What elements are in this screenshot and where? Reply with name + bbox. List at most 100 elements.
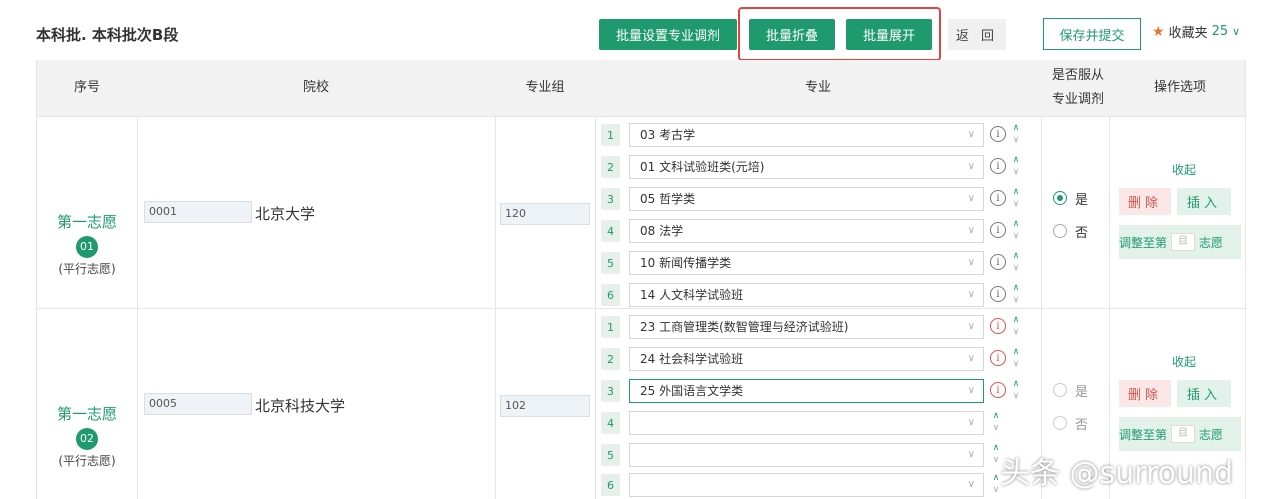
save-submit-button[interactable]: 保存并提交 xyxy=(1043,18,1141,50)
major-index: 3 xyxy=(601,188,620,210)
batch-set-adjust-button[interactable]: 批量设置专业调剂 xyxy=(599,19,737,50)
info-icon[interactable]: i xyxy=(990,254,1006,270)
major-select[interactable]: 01 文科试验班类(元培) ∨ xyxy=(629,155,984,179)
sort-arrows-icon[interactable]: ∧ ∨ xyxy=(1010,346,1022,370)
adjust-position-control: 调整至第 目 志愿 xyxy=(1119,417,1241,451)
info-icon[interactable]: i xyxy=(990,190,1006,206)
sort-arrows-icon[interactable]: ∧ ∨ xyxy=(1010,186,1022,210)
sort-arrows-icon[interactable]: ∧ ∨ xyxy=(1010,122,1022,146)
ops-cell: 收起 删除 插入 调整至第 目 志愿 xyxy=(1119,353,1243,451)
obey-yes-radio[interactable]: 是 xyxy=(1053,187,1088,209)
major-select[interactable]: 10 新闻传播学类 ∨ xyxy=(629,251,984,275)
top-toolbar: 本科批. 本科批次B段 批量设置专业调剂 批量折叠 批量展开 返 回 保存并提交… xyxy=(0,0,1268,61)
major-group-input[interactable]: 102 xyxy=(500,395,590,417)
header-obey-adjust: 是否服从 专业调剂 xyxy=(1041,60,1115,116)
header-school: 院校 xyxy=(302,80,329,95)
header-obey-line1: 是否服从 xyxy=(1051,68,1104,83)
sort-arrows-icon[interactable]: ∧ ∨ xyxy=(1010,378,1022,402)
info-icon[interactable]: i xyxy=(990,126,1006,142)
major-index: 1 xyxy=(601,124,620,146)
delete-button[interactable]: 删除 xyxy=(1119,188,1171,215)
chevron-down-icon: ∨ xyxy=(967,257,975,268)
source-watermark: 头条 @surround xyxy=(1000,456,1234,491)
adjust-suffix: 志愿 xyxy=(1199,235,1224,250)
table-row: 第一志愿 01 (平行志愿) 0001 北京大学 120 1 03 考古学 ∨ i… xyxy=(37,116,1245,308)
school-code-input[interactable]: 0005 xyxy=(144,393,252,415)
warning-info-icon[interactable]: i xyxy=(990,318,1006,334)
chevron-down-icon: ∨ xyxy=(967,289,975,300)
favorites-label: 收藏夹 xyxy=(1168,26,1208,41)
chevron-down-icon: ∨ xyxy=(967,417,975,428)
major-select[interactable]: 05 哲学类 ∨ xyxy=(629,187,984,211)
school-code-input[interactable]: 0001 xyxy=(144,201,252,223)
batch-expand-button[interactable]: 批量展开 xyxy=(846,19,932,50)
obey-no-radio[interactable]: 否 xyxy=(1053,412,1088,434)
page-title: 本科批. 本科批次B段 xyxy=(36,26,179,44)
major-index: 5 xyxy=(601,252,620,274)
adjust-position-input[interactable]: 目 xyxy=(1171,425,1196,443)
chevron-down-icon: ∨ xyxy=(967,353,975,364)
adjust-position-input[interactable]: 目 xyxy=(1171,233,1196,251)
info-icon[interactable]: i xyxy=(990,286,1006,302)
info-icon[interactable]: i xyxy=(990,158,1006,174)
wish-title: 第一志愿 xyxy=(56,405,117,423)
major-index: 6 xyxy=(601,284,620,306)
major-select[interactable]: ∨ xyxy=(629,473,984,497)
chevron-down-icon: ∨ xyxy=(967,479,975,490)
major-select[interactable]: 14 人文科学试验班 ∨ xyxy=(629,283,984,307)
radio-selected-icon xyxy=(1053,191,1067,205)
collapse-link[interactable]: 收起 xyxy=(1125,161,1243,178)
insert-button[interactable]: 插入 xyxy=(1177,380,1231,407)
header-major-group: 专业组 xyxy=(525,80,565,95)
chevron-down-icon: ∨ xyxy=(967,449,975,460)
major-index: 4 xyxy=(601,412,620,434)
obey-no-radio[interactable]: 否 xyxy=(1053,220,1088,242)
major-group-input[interactable]: 120 xyxy=(500,203,590,225)
obey-adjust-radio-group: 是 否 xyxy=(1053,187,1088,253)
chevron-down-icon: ∨ xyxy=(967,193,975,204)
insert-button[interactable]: 插入 xyxy=(1177,188,1231,215)
major-select[interactable]: 08 法学 ∨ xyxy=(629,219,984,243)
delete-button[interactable]: 删除 xyxy=(1119,380,1171,407)
favorites-dropdown[interactable]: ★ 收藏夹 25 ∨ xyxy=(1152,22,1240,42)
sort-arrows-icon[interactable]: ∧ ∨ xyxy=(990,410,1002,434)
major-select[interactable]: ∨ xyxy=(629,411,984,435)
warning-info-icon[interactable]: i xyxy=(990,382,1006,398)
header-index: 序号 xyxy=(73,80,100,95)
adjust-prefix: 调整至第 xyxy=(1119,235,1168,250)
table-header: 序号 院校 专业组 专业 是否服从 专业调剂 操作选项 xyxy=(37,60,1245,116)
info-icon[interactable]: i xyxy=(990,222,1006,238)
favorites-count: 25 xyxy=(1211,24,1229,39)
major-index: 1 xyxy=(601,316,620,338)
major-index: 2 xyxy=(601,156,620,178)
major-select[interactable]: 25 外国语言文学类 ∨ xyxy=(629,379,984,403)
major-select[interactable]: 23 工商管理类(数智管理与经济试验班) ∨ xyxy=(629,315,984,339)
adjust-prefix: 调整至第 xyxy=(1119,427,1168,442)
batch-collapse-button[interactable]: 批量折叠 xyxy=(749,19,835,50)
chevron-down-icon: ∨ xyxy=(967,321,975,332)
chevron-down-icon: ∨ xyxy=(967,161,975,172)
sort-arrows-icon[interactable]: ∧ ∨ xyxy=(1010,218,1022,242)
star-icon: ★ xyxy=(1152,23,1165,40)
collapse-link[interactable]: 收起 xyxy=(1125,353,1243,370)
header-obey-line2: 专业调剂 xyxy=(1051,92,1104,107)
major-index: 4 xyxy=(601,220,620,242)
sort-arrows-icon[interactable]: ∧ ∨ xyxy=(1010,250,1022,274)
school-name: 北京科技大学 xyxy=(255,397,346,415)
obey-yes-radio[interactable]: 是 xyxy=(1053,379,1088,401)
wish-number-badge: 01 xyxy=(76,236,98,258)
major-select[interactable]: ∨ xyxy=(629,443,984,467)
back-button[interactable]: 返 回 xyxy=(948,19,1006,50)
warning-info-icon[interactable]: i xyxy=(990,350,1006,366)
sort-arrows-icon[interactable]: ∧ ∨ xyxy=(1010,314,1022,338)
major-select[interactable]: 03 考古学 ∨ xyxy=(629,123,984,147)
major-select[interactable]: 24 社会科学试验班 ∨ xyxy=(629,347,984,371)
sort-arrows-icon[interactable]: ∧ ∨ xyxy=(1010,154,1022,178)
major-index: 5 xyxy=(601,444,620,466)
ops-cell: 收起 删除 插入 调整至第 目 志愿 xyxy=(1119,161,1243,259)
wish-type: (平行志愿) xyxy=(58,454,116,468)
radio-empty-icon xyxy=(1053,224,1067,238)
wish-number-badge: 02 xyxy=(76,428,98,450)
sort-arrows-icon[interactable]: ∧ ∨ xyxy=(1010,282,1022,306)
radio-empty-icon xyxy=(1053,416,1067,430)
